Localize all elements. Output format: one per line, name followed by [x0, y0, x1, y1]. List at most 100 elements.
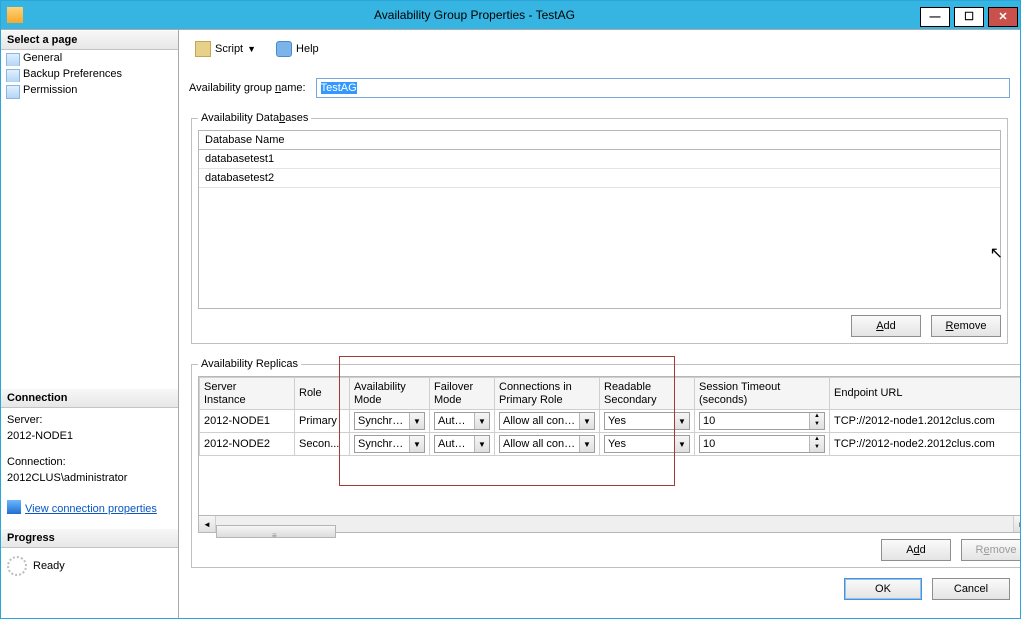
cell-availability-mode[interactable]: Synchron...▼ — [350, 410, 430, 433]
col-role[interactable]: Role — [295, 378, 350, 410]
minimize-button[interactable]: — — [920, 7, 950, 27]
help-button[interactable]: Help — [270, 39, 325, 59]
window-controls: — ☐ ✕ — [918, 4, 1020, 27]
col-availability-mode[interactable]: AvailabilityMode — [350, 378, 430, 410]
page-list: General Backup Preferences Permission — [1, 50, 178, 98]
col-session-timeout[interactable]: Session Timeout(seconds) — [695, 378, 830, 410]
ok-button[interactable]: OK — [844, 578, 922, 600]
page-item-backup-preferences[interactable]: Backup Preferences — [1, 66, 178, 82]
scroll-left-icon[interactable]: ◄ — [199, 516, 216, 532]
page-item-permission[interactable]: Permission — [1, 82, 178, 98]
view-connection-properties-link[interactable]: View connection properties — [25, 503, 157, 515]
cell-server: 2012-NODE1 — [200, 410, 295, 433]
col-readable-secondary[interactable]: ReadableSecondary — [600, 378, 695, 410]
window-title: Availability Group Properties - TestAG — [31, 8, 918, 22]
databases-table: Database Name databasetest1 databasetest… — [198, 130, 1001, 309]
database-row[interactable]: databasetest1 — [199, 150, 1000, 169]
spin-up-icon[interactable]: ▲ — [810, 436, 824, 444]
col-connections-primary[interactable]: Connections inPrimary Role — [495, 378, 600, 410]
cell-failover-mode[interactable]: Autom...▼ — [430, 433, 495, 456]
connection-info: Server: 2012-NODE1 Connection: 2012CLUS\… — [1, 408, 178, 528]
select-page-heading: Select a page — [1, 30, 178, 50]
replicas-header-row: ServerInstance Role AvailabilityMode Fai… — [200, 378, 1021, 410]
server-label: Server: — [7, 414, 172, 426]
app-icon — [7, 7, 23, 23]
chevron-down-icon[interactable]: ▼ — [409, 413, 424, 429]
cell-endpoint-url: TCP://2012-node2.2012clus.com — [830, 433, 1021, 456]
replica-row[interactable]: 2012-NODE1PrimarySynchron...▼Autom...▼Al… — [200, 410, 1021, 433]
chevron-down-icon[interactable]: ▼ — [409, 436, 424, 452]
cell-failover-mode[interactable]: Autom...▼ — [430, 410, 495, 433]
replicas-table-wrapper[interactable]: ServerInstance Role AvailabilityMode Fai… — [198, 376, 1020, 516]
replicas-remove-button: Remove — [961, 539, 1020, 561]
chevron-down-icon[interactable]: ▼ — [579, 436, 594, 452]
col-endpoint-url[interactable]: Endpoint URL — [830, 378, 1021, 410]
close-button[interactable]: ✕ — [988, 7, 1018, 27]
connection-label: Connection: — [7, 456, 172, 468]
script-button[interactable]: Script ▼ — [189, 39, 262, 59]
chevron-down-icon[interactable]: ▼ — [579, 413, 594, 429]
availability-replicas-group: Availability Replicas ServerInstance — [191, 358, 1020, 568]
server-value: 2012-NODE1 — [7, 430, 172, 442]
cell-endpoint-url: TCP://2012-node1.2012clus.com — [830, 410, 1021, 433]
maximize-button[interactable]: ☐ — [954, 7, 984, 27]
dialog-body: Select a page General Backup Preferences… — [1, 29, 1020, 618]
availability-databases-group: Availability Databases Database Name dat… — [191, 112, 1008, 344]
database-row[interactable]: databasetest2 — [199, 169, 1000, 188]
cell-readable-secondary[interactable]: Yes▼ — [600, 433, 695, 456]
connection-heading: Connection — [1, 388, 178, 408]
spin-up-icon[interactable]: ▲ — [810, 413, 824, 421]
ag-name-input[interactable] — [316, 78, 1010, 98]
help-icon — [276, 41, 292, 57]
chevron-down-icon[interactable]: ▼ — [674, 436, 689, 452]
ag-name-row: Availability group name: — [189, 78, 1010, 98]
databases-header: Database Name — [199, 131, 1000, 150]
databases-add-button[interactable]: Add — [851, 315, 921, 337]
databases-list[interactable]: databasetest1 databasetest2 — [199, 150, 1000, 308]
cell-role: Secon... — [295, 433, 350, 456]
cell-readable-secondary[interactable]: Yes▼ — [600, 410, 695, 433]
replicas-add-button[interactable]: Add — [881, 539, 951, 561]
availability-replicas-legend: Availability Replicas — [198, 358, 301, 370]
chevron-down-icon: ▼ — [247, 44, 256, 54]
cell-session-timeout[interactable]: 10▲▼ — [695, 410, 830, 433]
databases-remove-button[interactable]: Remove — [931, 315, 1001, 337]
progress-heading: Progress — [1, 528, 178, 548]
chevron-down-icon[interactable]: ▼ — [474, 436, 489, 452]
cell-server: 2012-NODE2 — [200, 433, 295, 456]
spin-down-icon[interactable]: ▼ — [810, 421, 824, 429]
network-icon — [7, 500, 21, 514]
progress-status: Ready — [33, 560, 65, 572]
cell-connections-primary[interactable]: Allow all conne...▼ — [495, 433, 600, 456]
chevron-down-icon[interactable]: ▼ — [674, 413, 689, 429]
left-spacer — [1, 98, 178, 388]
cell-connections-primary[interactable]: Allow all conne...▼ — [495, 410, 600, 433]
col-failover-mode[interactable]: FailoverMode — [430, 378, 495, 410]
title-bar: Availability Group Properties - TestAG —… — [1, 1, 1020, 29]
cell-availability-mode[interactable]: Synchron...▼ — [350, 433, 430, 456]
script-icon — [195, 41, 211, 57]
left-pane: Select a page General Backup Preferences… — [1, 30, 179, 618]
help-label: Help — [296, 43, 319, 55]
ag-name-label: Availability group name: — [189, 82, 306, 94]
dialog-window: Availability Group Properties - TestAG —… — [0, 0, 1021, 619]
scroll-thumb[interactable] — [216, 525, 336, 538]
replicas-horizontal-scrollbar[interactable]: ◄ ► — [198, 516, 1020, 533]
connection-value: 2012CLUS\administrator — [7, 472, 172, 484]
cell-role: Primary — [295, 410, 350, 433]
cell-session-timeout[interactable]: 10▲▼ — [695, 433, 830, 456]
replica-row[interactable]: 2012-NODE2Secon...Synchron...▼Autom...▼A… — [200, 433, 1021, 456]
page-item-general[interactable]: General — [1, 50, 178, 66]
col-server[interactable]: ServerInstance — [200, 378, 295, 410]
toolbar: Script ▼ Help — [189, 36, 1010, 62]
right-pane: Script ▼ Help Availability group name: A… — [179, 30, 1020, 618]
cancel-button[interactable]: Cancel — [932, 578, 1010, 600]
scroll-right-icon[interactable]: ► — [1013, 516, 1020, 532]
spin-down-icon[interactable]: ▼ — [810, 444, 824, 452]
script-label: Script — [215, 43, 243, 55]
chevron-down-icon[interactable]: ▼ — [474, 413, 489, 429]
replicas-table: ServerInstance Role AvailabilityMode Fai… — [199, 377, 1020, 456]
dialog-footer: OK Cancel — [189, 568, 1010, 602]
availability-databases-legend: Availability Databases — [198, 112, 311, 124]
progress-box: Ready — [1, 548, 178, 618]
